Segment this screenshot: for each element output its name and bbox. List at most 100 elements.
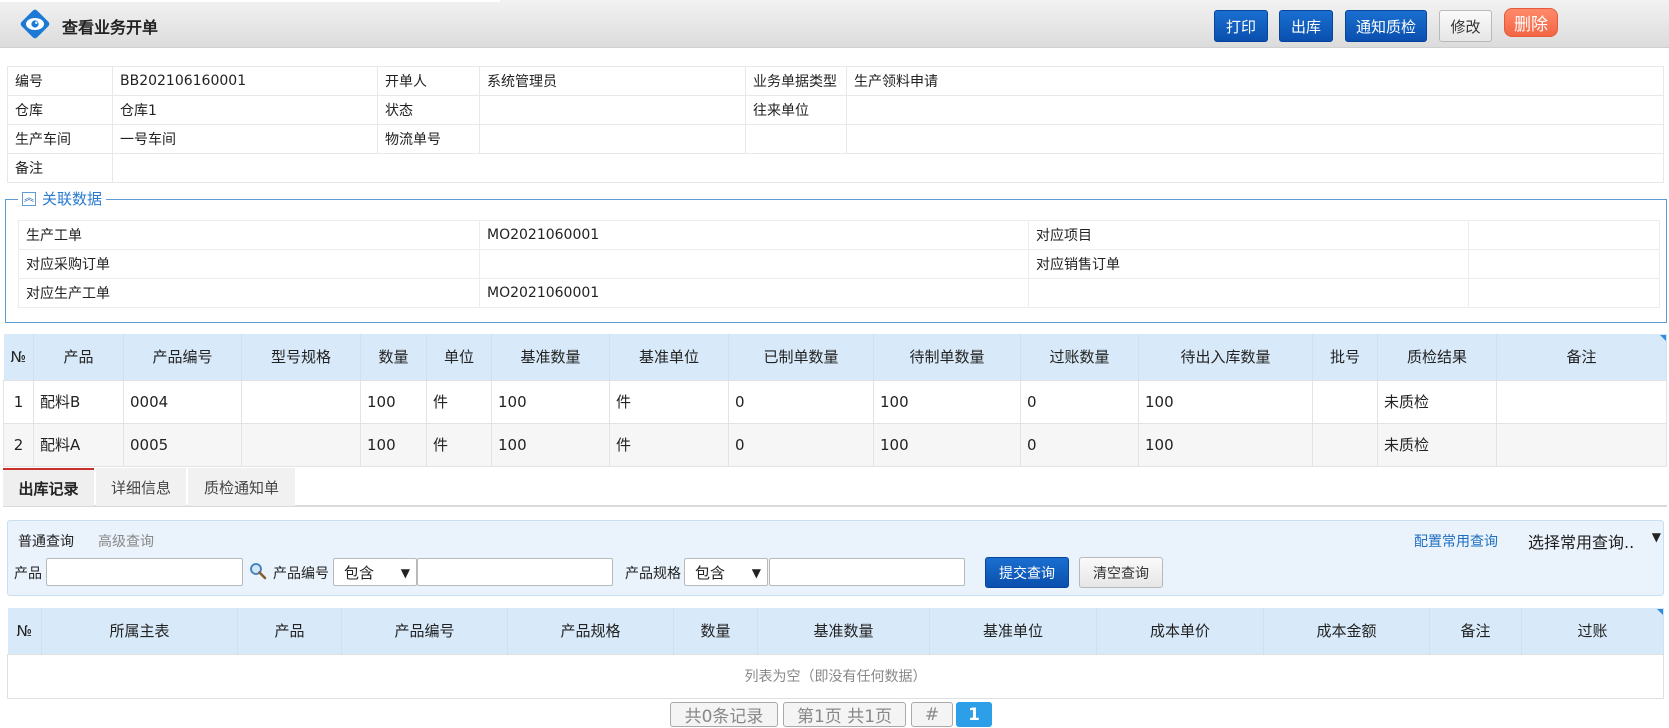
cell-batch: [1312, 379, 1378, 424]
collapse-chevron-icon[interactable]: ︽: [22, 191, 36, 206]
tab-outbound-records[interactable]: 出库记录: [3, 468, 94, 506]
info-row: 生产车间 一号车间 物流单号: [7, 124, 1664, 154]
col-header[interactable]: 基准数量: [491, 334, 610, 380]
chevron-down-icon: ▼: [400, 566, 410, 580]
col-header[interactable]: 数量: [673, 608, 758, 654]
col-header[interactable]: 备注: [1429, 608, 1522, 654]
search-icon[interactable]: [249, 562, 267, 580]
product-spec-input[interactable]: [769, 558, 965, 586]
submit-query-button[interactable]: 提交查询: [985, 557, 1069, 588]
label-doc-type: 业务单据类型: [745, 66, 847, 96]
edit-button[interactable]: 修改: [1439, 10, 1492, 42]
label-workshop: 生产车间: [7, 124, 113, 154]
cell-batch: [1312, 422, 1378, 467]
info-table: 编号 BB202106160001 开单人 系统管理员 业务单据类型 生产领料申…: [7, 66, 1664, 183]
cell-remark: [1496, 422, 1667, 467]
label-creator: 开单人: [377, 66, 480, 96]
col-header[interactable]: 基准数量: [757, 608, 930, 654]
product-code-operator-select[interactable]: 包含 ▼: [333, 558, 417, 586]
col-header[interactable]: 过账: [1521, 608, 1664, 654]
col-header[interactable]: 型号规格: [241, 334, 361, 380]
col-header[interactable]: 批号: [1312, 334, 1378, 380]
tab-qc-notices[interactable]: 质检通知单: [188, 468, 295, 506]
col-header[interactable]: 质检结果: [1377, 334, 1497, 380]
cell-pending-qty: 100: [873, 379, 1021, 424]
product-label: 产品: [14, 566, 42, 582]
common-query-select[interactable]: 选择常用查询.. ▼: [1528, 529, 1663, 553]
col-header[interactable]: 待出入库数量: [1138, 334, 1313, 380]
delete-button[interactable]: 删除: [1504, 8, 1558, 37]
cell-product-code: 0004: [123, 379, 242, 424]
label-remark: 备注: [7, 153, 113, 183]
col-header[interactable]: 成本金额: [1263, 608, 1430, 654]
col-header[interactable]: 所属主表: [41, 608, 238, 654]
label-project: 对应项目: [1028, 220, 1469, 250]
cell-spec: [241, 379, 361, 424]
col-header[interactable]: №: [7, 608, 42, 654]
table-row[interactable]: 1 配料B 0004 100 件 100 件 0 100 0 100 未质检: [3, 379, 1667, 424]
value-warehouse: 仓库1: [112, 95, 378, 125]
col-header[interactable]: 单位: [426, 334, 492, 380]
cell-remark: [1496, 379, 1667, 424]
config-common-query-link[interactable]: 配置常用查询: [1414, 531, 1498, 551]
clear-query-button[interactable]: 清空查询: [1079, 557, 1163, 588]
records-header-row: № 所属主表 产品 产品编号 产品规格 数量 基准数量 基准单位 成本单价 成本…: [7, 608, 1664, 654]
table-row[interactable]: 2 配料A 0005 100 件 100 件 0 100 0 100 未质检: [3, 422, 1667, 467]
col-header[interactable]: 待制单数量: [873, 334, 1021, 380]
product-grid: № 产品 产品编号 型号规格 数量 单位 基准数量 基准单位 已制单数量 待制单…: [3, 334, 1667, 467]
work-order-link[interactable]: MO2021060001: [479, 220, 1029, 250]
pager-goto[interactable]: #: [911, 702, 953, 727]
col-header[interactable]: 产品: [33, 334, 124, 380]
cell-made-qty: 0: [728, 422, 874, 467]
row-index: 2: [3, 422, 34, 467]
tab-details[interactable]: 详细信息: [96, 468, 186, 506]
col-header[interactable]: 成本单价: [1096, 608, 1264, 654]
product-spec-operator-value: 包含: [695, 563, 726, 582]
label-logistics-no: 物流单号: [377, 124, 480, 154]
label-work-order: 生产工单: [18, 220, 480, 250]
cell-qty: 100: [360, 422, 427, 467]
col-header[interactable]: 备注: [1496, 334, 1667, 380]
value-doc-type: 生产领料申请: [846, 66, 1664, 96]
related-data-title: 关联数据: [42, 190, 103, 208]
outbound-button[interactable]: 出库: [1279, 10, 1333, 42]
product-code-label: 产品编号: [273, 566, 329, 582]
related-row: 生产工单 MO2021060001 对应项目: [18, 220, 1660, 250]
value-code: BB202106160001: [112, 66, 378, 96]
notify-qc-button[interactable]: 通知质检: [1345, 10, 1427, 42]
tab-bar: 出库记录 详细信息 质检通知单: [3, 468, 1667, 507]
advanced-query-tab[interactable]: 高级查询: [98, 531, 154, 551]
col-header[interactable]: №: [3, 334, 34, 380]
col-header[interactable]: 产品规格: [507, 608, 674, 654]
product-code-input[interactable]: [417, 558, 613, 586]
col-header[interactable]: 基准单位: [929, 608, 1097, 654]
records-grid: № 所属主表 产品 产品编号 产品规格 数量 基准数量 基准单位 成本单价 成本…: [7, 608, 1664, 699]
label-partner: 往来单位: [745, 95, 847, 125]
pager-current-page[interactable]: 1: [956, 702, 992, 727]
col-header[interactable]: 产品: [237, 608, 342, 654]
related-table: 生产工单 MO2021060001 对应项目 对应采购订单 对应销售订单 对应生…: [18, 220, 1660, 308]
cell-unit: 件: [426, 422, 492, 467]
value-purchase-order: [479, 249, 1029, 279]
normal-query-tab[interactable]: 普通查询: [18, 531, 74, 551]
product-spec-operator-select[interactable]: 包含 ▼: [684, 558, 768, 586]
value-remark: [112, 153, 1664, 183]
value-partner: [846, 95, 1664, 125]
col-header[interactable]: 产品编号: [341, 608, 508, 654]
value-status: [479, 95, 746, 125]
col-header[interactable]: 过账数量: [1020, 334, 1139, 380]
col-header[interactable]: 已制单数量: [728, 334, 874, 380]
cell-product: 配料B: [33, 379, 124, 424]
print-button[interactable]: 打印: [1214, 10, 1268, 42]
cell-posted-qty: 0: [1020, 422, 1139, 467]
product-input[interactable]: [46, 558, 243, 586]
col-header[interactable]: 基准单位: [609, 334, 729, 380]
cell-base-qty: 100: [491, 422, 610, 467]
info-row: 仓库 仓库1 状态 往来单位: [7, 95, 1664, 125]
related-data-legend[interactable]: ︽ 关联数据: [18, 188, 107, 209]
col-header[interactable]: 产品编号: [123, 334, 242, 380]
empty-row: 列表为空（即没有任何数据）: [7, 653, 1664, 699]
col-header[interactable]: 数量: [360, 334, 427, 380]
grid-resize-corner-icon: [1660, 335, 1666, 341]
cell-made-qty: 0: [728, 379, 874, 424]
